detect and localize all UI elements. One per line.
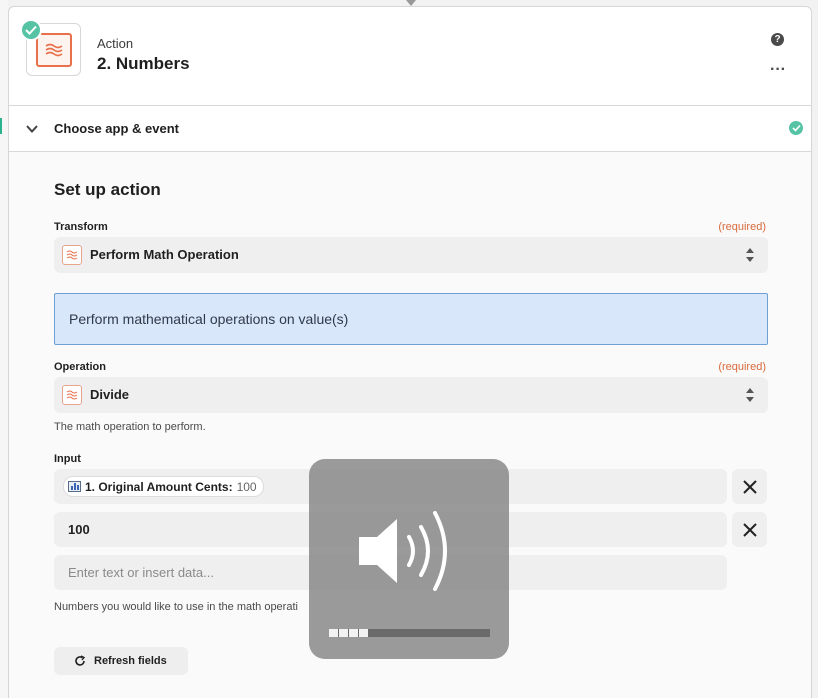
volume-overlay — [309, 459, 509, 659]
select-arrows-icon — [746, 388, 754, 402]
step-header: Action 2. Numbers ? ··· — [9, 7, 811, 106]
operation-value: Divide — [90, 387, 130, 402]
sheet-app-icon — [68, 481, 81, 492]
refresh-icon — [75, 655, 86, 666]
close-icon — [742, 522, 757, 537]
step-title[interactable]: 2. Numbers — [97, 54, 190, 74]
section-title: Choose app & event — [54, 121, 179, 136]
info-text: Perform mathematical operations on value… — [69, 311, 349, 327]
help-icon[interactable]: ? — [771, 33, 784, 46]
data-pill[interactable]: 1. Original Amount Cents: 100 — [63, 476, 264, 497]
volume-segment — [359, 629, 368, 637]
operation-required: (required) — [718, 361, 766, 373]
pill-name: 1. Original Amount Cents: — [85, 479, 233, 494]
step-complete-check-icon — [20, 19, 42, 41]
chevron-down-icon — [26, 125, 38, 133]
step-type-label: Action — [97, 36, 134, 51]
choose-app-event-section[interactable]: Choose app & event — [9, 106, 811, 152]
more-options-icon[interactable]: ··· — [770, 62, 786, 78]
remove-input-2-button[interactable] — [732, 512, 767, 547]
transform-required: (required) — [718, 221, 766, 233]
section-complete-check-icon — [789, 121, 803, 135]
edge-marker — [0, 118, 2, 134]
left-edge-strip — [0, 0, 8, 698]
input-label: Input — [54, 453, 81, 465]
transform-value: Perform Math Operation — [90, 247, 239, 262]
input-help: Numbers you would like to use in the mat… — [54, 601, 298, 613]
speaker-icon — [359, 511, 447, 591]
operation-select[interactable]: Divide — [54, 377, 768, 413]
input-placeholder: Enter text or insert data... — [68, 565, 214, 580]
close-icon — [742, 479, 757, 494]
refresh-label: Refresh fields — [94, 655, 167, 667]
formatter-icon — [62, 385, 82, 405]
volume-level-bar — [329, 629, 490, 637]
input-value: 100 — [68, 522, 90, 537]
transform-label: Transform — [54, 221, 108, 233]
refresh-fields-button[interactable]: Refresh fields — [54, 647, 188, 675]
select-arrows-icon — [746, 248, 754, 262]
transform-select[interactable]: Perform Math Operation — [54, 237, 768, 273]
info-banner: Perform mathematical operations on value… — [54, 293, 768, 345]
operation-help: The math operation to perform. — [54, 421, 206, 433]
remove-input-1-button[interactable] — [732, 469, 767, 504]
pill-value: 100 — [236, 479, 257, 494]
formatter-icon — [62, 245, 82, 265]
setup-title: Set up action — [54, 180, 161, 199]
volume-segment — [339, 629, 348, 637]
volume-segment — [349, 629, 358, 637]
volume-segment — [329, 629, 338, 637]
formatter-app-icon — [36, 33, 72, 67]
operation-label: Operation — [54, 361, 106, 373]
